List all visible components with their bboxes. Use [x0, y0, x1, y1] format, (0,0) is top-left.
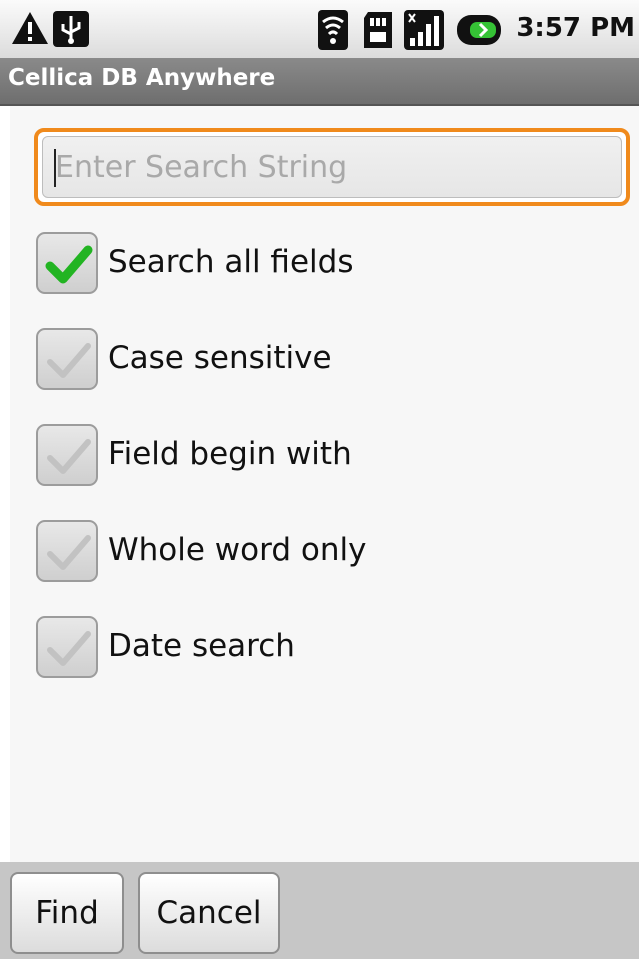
find-button[interactable]: Find: [10, 872, 124, 954]
option-field-begin-with[interactable]: Field begin with: [36, 424, 596, 492]
option-label: Date search: [108, 628, 295, 664]
search-field-inner: [42, 136, 622, 198]
checkbox-field-begin-with[interactable]: [36, 424, 98, 486]
checkmark-icon: [47, 631, 91, 666]
wifi-icon: [318, 10, 348, 54]
checkbox-case-sensitive[interactable]: [36, 328, 98, 390]
status-time: 3:57 PM: [516, 13, 635, 43]
button-bar: Find Cancel: [0, 862, 639, 959]
battery-icon: [456, 14, 502, 50]
option-date-search[interactable]: Date search: [36, 616, 596, 684]
option-label: Search all fields: [108, 244, 354, 280]
app-title: Cellica DB Anywhere: [8, 65, 276, 91]
search-form: Search all fields Case sensitive Field b…: [10, 106, 639, 862]
checkbox-whole-word-only[interactable]: [36, 520, 98, 582]
option-case-sensitive[interactable]: Case sensitive: [36, 328, 596, 396]
usb-icon: [52, 10, 90, 52]
warning-icon: [10, 10, 50, 50]
checkbox-date-search[interactable]: [36, 616, 98, 678]
search-field-frame[interactable]: [34, 128, 630, 206]
search-input[interactable]: [55, 145, 595, 189]
cancel-button[interactable]: Cancel: [138, 872, 280, 954]
app-title-bar: Cellica DB Anywhere: [0, 58, 639, 106]
status-bar: 3:57 PM: [0, 0, 639, 58]
checkmark-icon: [45, 245, 93, 284]
option-label: Field begin with: [108, 436, 352, 472]
option-search-all-fields[interactable]: Search all fields: [36, 232, 596, 300]
checkmark-icon: [47, 535, 91, 570]
checkmark-icon: [47, 343, 91, 378]
text-caret: [54, 149, 56, 187]
checkmark-icon: [47, 439, 91, 474]
signal-icon: [404, 10, 444, 54]
option-label: Whole word only: [108, 532, 367, 568]
option-label: Case sensitive: [108, 340, 332, 376]
sd-card-icon: [362, 10, 394, 54]
checkbox-search-all-fields[interactable]: [36, 232, 98, 294]
option-whole-word-only[interactable]: Whole word only: [36, 520, 596, 588]
